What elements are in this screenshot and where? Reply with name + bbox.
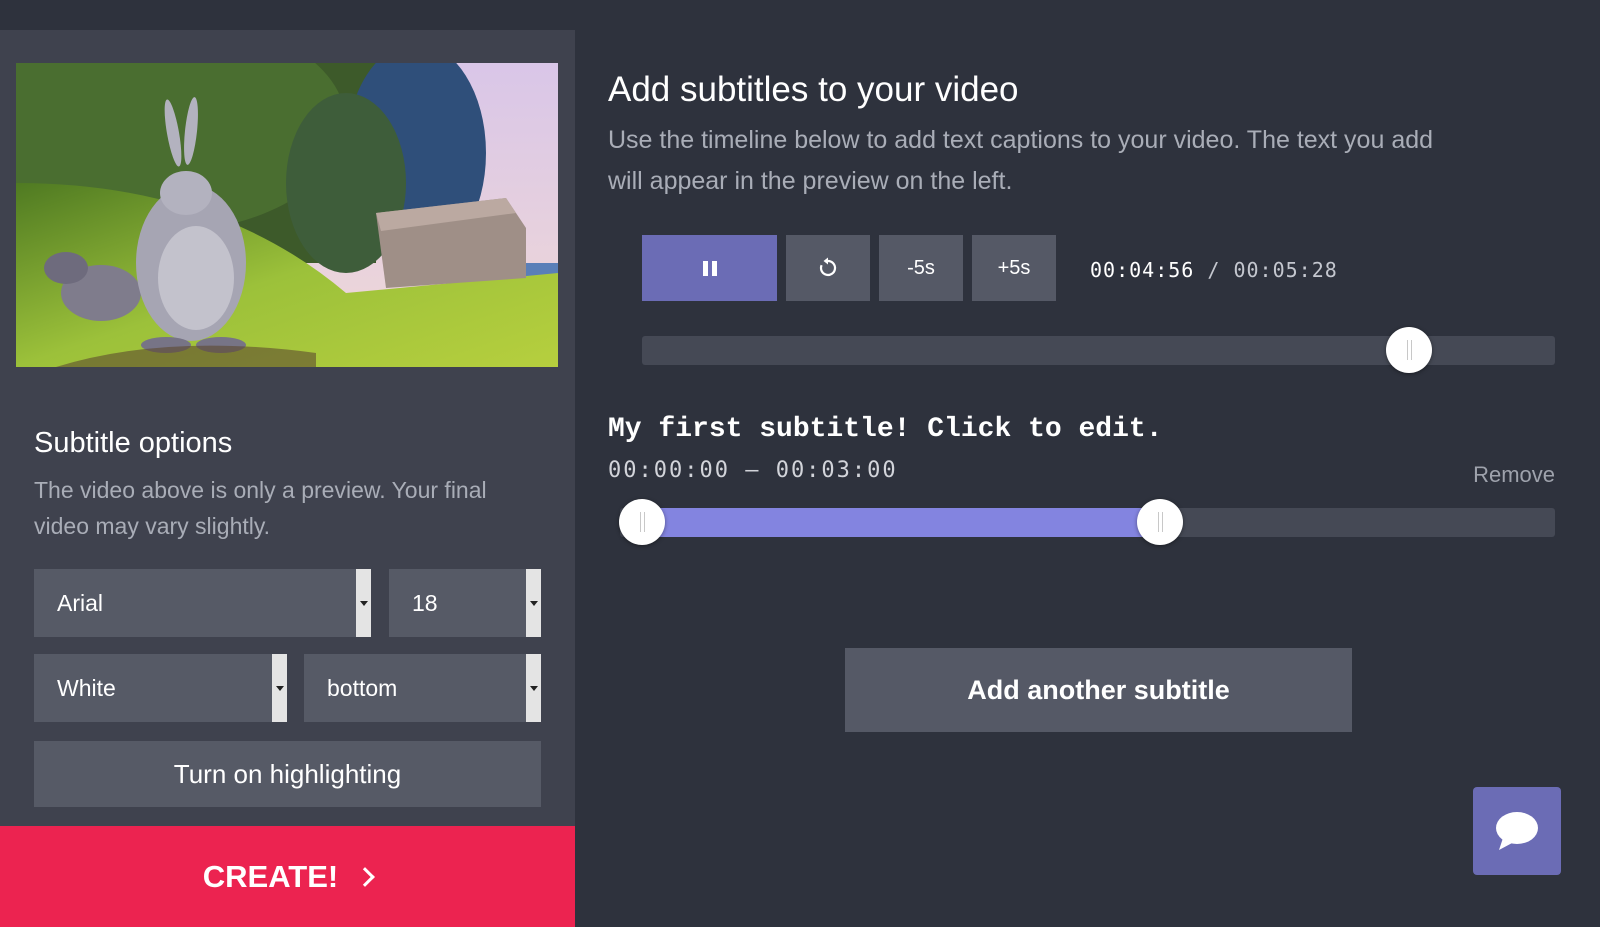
chat-bubble-icon (1496, 812, 1538, 850)
chat-button[interactable] (1473, 787, 1561, 875)
total-time: 00:05:28 (1233, 258, 1338, 282)
page-title: Add subtitles to your video (608, 70, 1019, 109)
subtitle-text[interactable]: My first subtitle! Click to edit. (608, 414, 1163, 445)
chevron-down-icon (526, 569, 541, 637)
subtitle-range-fill (642, 508, 1160, 537)
chevron-down-icon (272, 654, 287, 722)
time-display: 00:04:56 / 00:05:28 (1090, 258, 1338, 282)
video-preview[interactable] (16, 63, 558, 367)
color-select[interactable]: White (34, 654, 287, 722)
seek-handle[interactable] (1386, 327, 1432, 373)
video-frame-image (16, 63, 558, 367)
page-description: Use the timeline below to add text capti… (608, 126, 1434, 195)
replay-icon (819, 257, 837, 277)
position-select[interactable]: bottom (304, 654, 541, 722)
subtitle-time-range: 00:00:00 – 00:03:00 (608, 458, 898, 483)
chevron-down-icon (356, 569, 371, 637)
font-select[interactable]: Arial (34, 569, 371, 637)
remove-subtitle-link[interactable]: Remove (1473, 462, 1555, 488)
create-button-label: CREATE! (202, 858, 339, 894)
back-5s-button[interactable]: -5s (879, 235, 963, 301)
pause-icon (702, 260, 717, 276)
forward-5s-button[interactable]: +5s (972, 235, 1056, 301)
chevron-down-icon (526, 654, 541, 722)
replay-button[interactable] (786, 235, 870, 301)
color-select-value: White (57, 674, 116, 701)
font-size-select[interactable]: 18 (389, 569, 541, 637)
time-separator: / (1207, 258, 1221, 282)
create-button[interactable]: CREATE! (0, 826, 575, 927)
font-select-value: Arial (57, 589, 104, 616)
font-size-select-value: 18 (412, 589, 438, 616)
highlighting-button[interactable]: Turn on highlighting (34, 741, 541, 807)
chevron-right-icon (355, 866, 376, 887)
subtitle-start-handle[interactable] (619, 499, 665, 545)
position-select-value: bottom (327, 674, 398, 701)
add-subtitle-button[interactable]: Add another subtitle (845, 648, 1352, 732)
subtitle-options-title: Subtitle options (34, 427, 233, 459)
subtitle-options-description: The video above is only a preview. Your … (34, 477, 487, 539)
current-time: 00:04:56 (1090, 258, 1195, 282)
subtitle-end-handle[interactable] (1137, 499, 1183, 545)
pause-button[interactable] (642, 235, 777, 301)
